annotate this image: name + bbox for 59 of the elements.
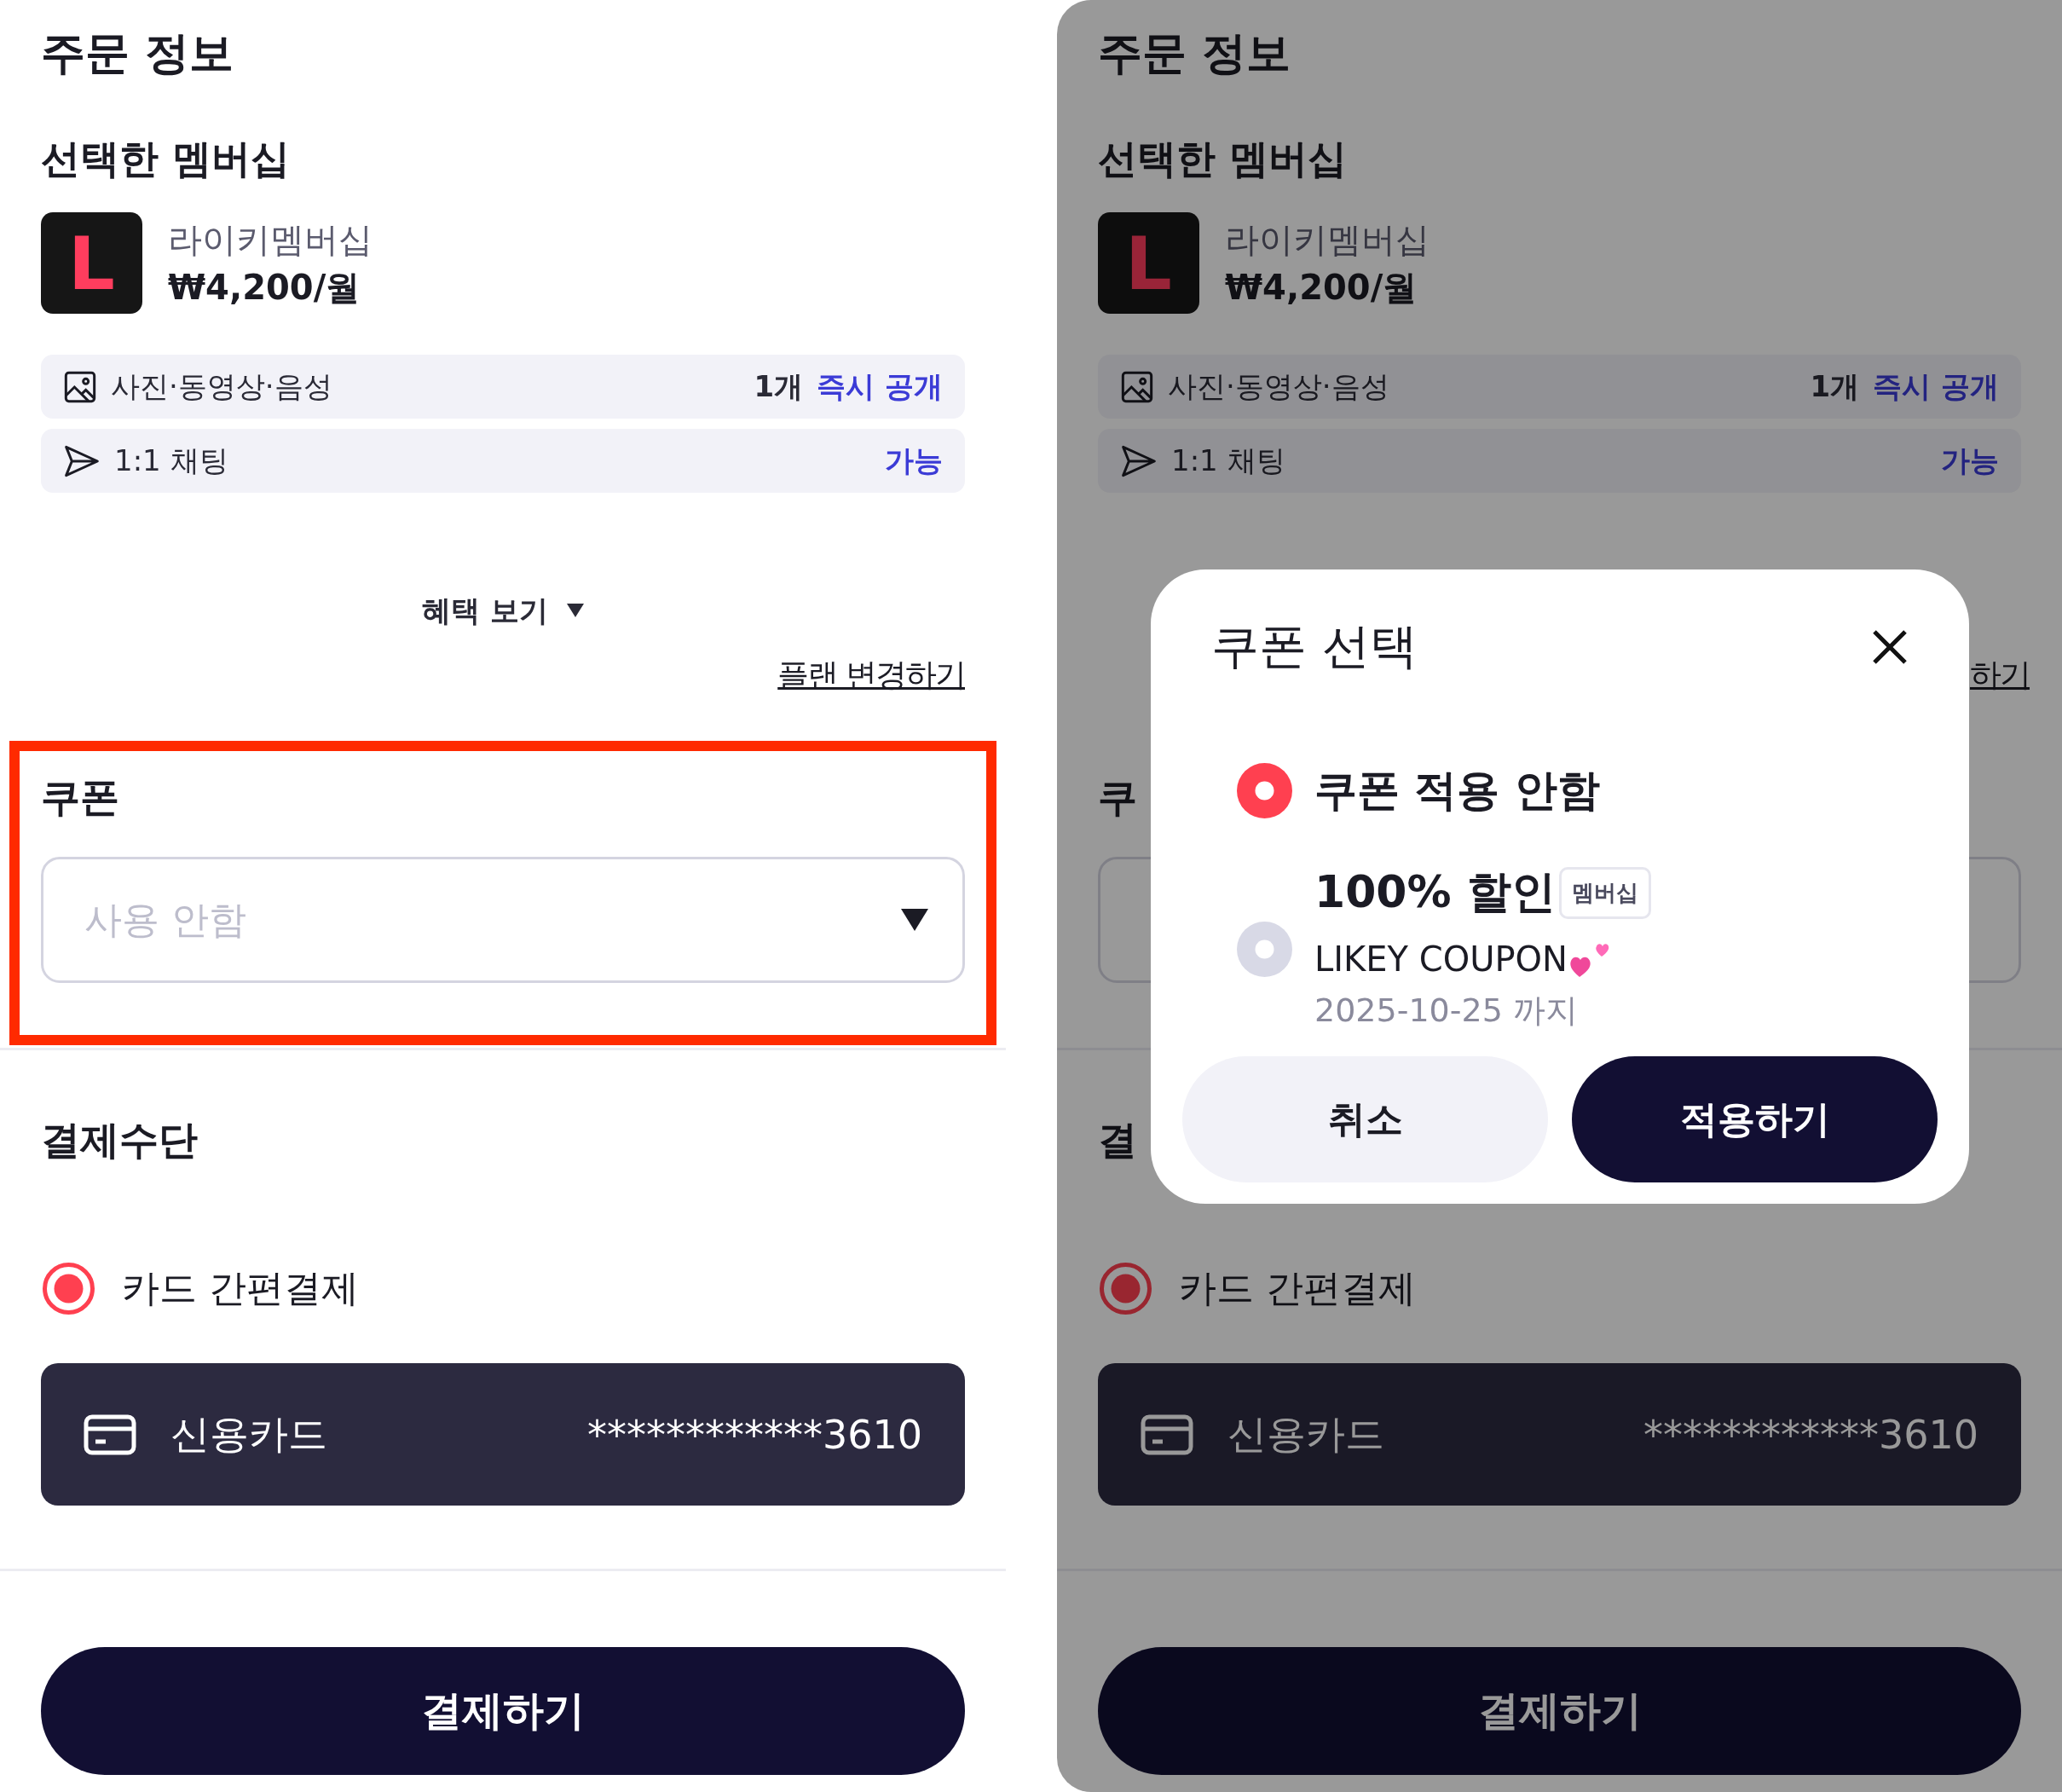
card-number: ************3610 bbox=[586, 1411, 922, 1458]
coupon-expiry: 2025-10-25 까지 bbox=[1314, 991, 1579, 1031]
option-label: 쿠폰 적용 안함 bbox=[1314, 765, 1600, 817]
section-heading: 쿠 bbox=[1098, 773, 1137, 822]
membership-logo: L bbox=[41, 212, 142, 314]
section-heading: 결제수단 bbox=[41, 1116, 198, 1165]
page-title: 주문 정보 bbox=[41, 31, 235, 75]
radio-button[interactable] bbox=[1098, 1260, 1153, 1316]
coupon-tag: 멤버십 bbox=[1558, 866, 1651, 919]
membership-name: 라이키멤버십 bbox=[168, 218, 373, 261]
coupon-name: LIKEY COUPON bbox=[1314, 939, 1568, 980]
pay-button[interactable]: 결제하기 bbox=[1098, 1647, 2021, 1775]
dialog-title: 쿠폰 선택 bbox=[1211, 617, 1418, 675]
image-icon bbox=[63, 369, 97, 404]
card-icon bbox=[84, 1413, 136, 1455]
payment-method-label: 카드 간편결제 bbox=[122, 1264, 359, 1311]
card-icon bbox=[1141, 1413, 1193, 1455]
section-heading: 선택한 멤버십 bbox=[41, 135, 290, 183]
card-type: 신용카드 bbox=[1227, 1409, 1385, 1459]
apply-button[interactable]: 적용하기 bbox=[1572, 1056, 1938, 1182]
send-icon bbox=[1120, 443, 1158, 478]
credit-card-item[interactable]: 신용카드 ************3610 bbox=[41, 1363, 965, 1506]
benefit-value: 가능 bbox=[1941, 442, 1999, 479]
card-number: ************3610 bbox=[1643, 1411, 1978, 1458]
membership-price: ₩4,200/월 bbox=[1225, 266, 1418, 309]
membership-logo: L bbox=[1098, 212, 1199, 314]
benefit-value: 즉시 공개 bbox=[817, 367, 943, 405]
radio-button[interactable] bbox=[41, 1260, 96, 1316]
caret-icon bbox=[566, 604, 584, 617]
membership-price: ₩4,200/월 bbox=[168, 266, 361, 309]
benefit-label: 사진·동영상·음성 bbox=[1168, 367, 1390, 405]
close-icon bbox=[1871, 628, 1909, 666]
benefit-label: 1:1 채팅 bbox=[114, 442, 229, 479]
pay-button[interactable]: 결제하기 bbox=[41, 1647, 965, 1775]
payment-method-label: 카드 간편결제 bbox=[1179, 1264, 1416, 1311]
change-plan-link[interactable]: 플랜 변경하기 bbox=[777, 654, 965, 697]
section-heading: 결 bbox=[1098, 1116, 1137, 1165]
benefit-count: 1개 bbox=[1810, 367, 1860, 405]
page-title: 주문 정보 bbox=[1098, 31, 1292, 75]
coupon-discount: 100% 할인 bbox=[1314, 865, 1556, 919]
credit-card-item[interactable]: 신용카드 ************3610 bbox=[1098, 1363, 2021, 1506]
benefit-label: 사진·동영상·음성 bbox=[111, 367, 333, 405]
benefits-toggle[interactable]: 혜택 보기 bbox=[422, 592, 584, 629]
benefit-label: 1:1 채팅 bbox=[1171, 442, 1286, 479]
benefit-value: 가능 bbox=[885, 442, 943, 479]
benefit-count: 1개 bbox=[754, 367, 804, 405]
section-heading: 쿠폰 bbox=[41, 773, 119, 822]
radio-button[interactable] bbox=[1237, 763, 1292, 818]
change-plan-link[interactable]: 하기 bbox=[1970, 654, 2030, 697]
close-button[interactable] bbox=[1871, 628, 1909, 666]
card-type: 신용카드 bbox=[170, 1409, 328, 1459]
image-icon bbox=[1120, 369, 1154, 404]
send-icon bbox=[63, 443, 101, 478]
cancel-button[interactable]: 취소 bbox=[1182, 1056, 1548, 1182]
section-heading: 선택한 멤버십 bbox=[1098, 135, 1347, 183]
membership-name: 라이키멤버십 bbox=[1225, 218, 1430, 261]
radio-button[interactable] bbox=[1237, 921, 1292, 977]
benefit-value: 즉시 공개 bbox=[1873, 367, 1999, 405]
caret-icon bbox=[901, 909, 928, 931]
